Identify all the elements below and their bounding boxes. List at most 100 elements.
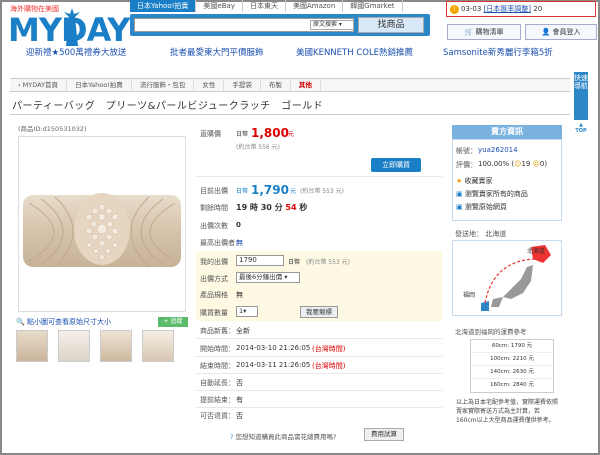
breadcrumb: › MYDAY首頁 日本Yahoo!拍賣 流行服飾・包包 女性 手提袋 布製 其… (10, 78, 570, 92)
bid-method-label: 出價方式 (200, 275, 228, 283)
thumbnail[interactable] (16, 330, 48, 362)
site-tabs: 日本Yahoo!拍賣 美國eBay 日本東天 美國Amazon 韓國Gmarke… (130, 0, 403, 12)
tab-gmarket[interactable]: 韓國Gmarket (343, 0, 403, 12)
shipping-row: 60cm: 1790 元 (471, 340, 553, 353)
spec-value: 無 (236, 291, 243, 299)
shipping-row: 160cm: 2840 元 (490, 382, 534, 388)
thumbnail[interactable] (142, 330, 174, 362)
thumbnail[interactable] (100, 330, 132, 362)
breadcrumb-label: MYDAY首頁 (22, 81, 59, 89)
back-to-top-button[interactable]: ▲ TOP (574, 122, 588, 134)
quantity-label: 購買數量 (200, 309, 228, 317)
shipping-row: 100cm: 2210 元 (471, 353, 553, 366)
seller-account-label: 帳號： (456, 147, 477, 155)
breadcrumb-item[interactable]: › MYDAY首頁 (10, 79, 68, 91)
promo-link[interactable]: 批者最愛東大門平價服飾 (170, 46, 264, 58)
seller-link[interactable]: ▣ 瀏覽原始網頁 (456, 202, 507, 212)
breadcrumb-item[interactable]: 流行服飾・包包 (132, 79, 195, 91)
product-id: (商品ID:d150531032) (18, 125, 87, 133)
seller-link-label: 瀏覽原始網頁 (464, 203, 507, 211)
promo-link[interactable]: 迎新禮★500萬禮券大放送 (26, 46, 126, 58)
seller-link[interactable]: ▣ 瀏覽賣家所有的商品 (456, 189, 528, 199)
promo-link[interactable]: 美國KENNETH COLE熱銷推薦 (296, 46, 413, 58)
tab-yahoo-japan[interactable]: 日本Yahoo!拍賣 (130, 0, 197, 12)
notice-date: 03-03 (461, 5, 482, 13)
search-button[interactable]: 找商品 (358, 17, 424, 33)
frown-icon: ☹ (532, 160, 540, 168)
buy-price-twd: (約台幣 556 元) (236, 144, 280, 151)
breadcrumb-item[interactable]: 女性 (194, 79, 225, 91)
my-bid-label: 我的出價 (200, 258, 228, 266)
magnifier-icon: 🔍 (16, 318, 25, 326)
my-bid-unit: 日幣 (288, 259, 301, 266)
currency-label: 日幣 (236, 188, 249, 195)
bid-button[interactable]: 我要競標 (300, 306, 338, 318)
location-value: 北海道 (485, 230, 507, 238)
add-favorite-button[interactable]: + 追蹤 (158, 317, 188, 327)
shipping-row: 140cm: 2630 元 (471, 366, 553, 379)
breadcrumb-item[interactable]: 手提袋 (224, 79, 261, 91)
buy-now-button[interactable]: 立即購買 (371, 158, 421, 172)
cart-icon: 🛒 (464, 28, 474, 36)
login-button[interactable]: 👤 會員登入 (525, 24, 597, 40)
current-price: 1,790 (251, 183, 289, 197)
location-label: 發送地： 北海道 (455, 229, 506, 239)
seconds-unit: 秒 (299, 203, 308, 212)
quantity-select[interactable]: 1▾ (236, 306, 258, 317)
quick-nav-tab[interactable]: 快速導航 (574, 72, 588, 120)
zoom-hint: 🔍 點小圖可查看原始尺寸大小 (16, 317, 111, 327)
breadcrumb-item[interactable]: 日本Yahoo!拍賣 (67, 79, 132, 91)
divider (196, 338, 442, 339)
thumbnail[interactable] (58, 330, 90, 362)
my-bid-input[interactable]: 1790 (236, 255, 284, 266)
breadcrumb-item[interactable]: 布製 (261, 79, 291, 91)
yuan-unit: 元 (288, 131, 295, 138)
product-image[interactable] (18, 136, 186, 312)
jpy-label: 日幣 (236, 129, 248, 138)
bid-method-value: 最後6分鐘出價 (239, 273, 283, 281)
seller-rating-label: 評價： (456, 161, 477, 169)
my-bid-twd: (約台幣 553 元) (306, 259, 350, 266)
detail-value: 2014-03-10 21:26:05 (236, 344, 311, 352)
seller-heading: 賣方資訊 (452, 125, 562, 139)
tab-ebay[interactable]: 美國eBay (196, 0, 243, 12)
divider (196, 176, 442, 177)
rating-count: 19 (521, 160, 531, 168)
divider (196, 373, 442, 374)
bid-count: 0 (236, 221, 241, 229)
detail-extra: (台灣時間) (312, 362, 346, 370)
promo-link[interactable]: Samsonite新秀麗行李箱5折 (443, 46, 553, 58)
buy-price-label: 直購價 (200, 130, 221, 138)
seller-link[interactable]: ★ 收藏賣家 (456, 176, 493, 186)
back-to-top-label: TOP (575, 128, 587, 134)
tab-amazon[interactable]: 美國Amazon (286, 0, 344, 12)
tab-rakuten[interactable]: 日本東天 (243, 0, 286, 12)
top-bidder[interactable]: 無 (236, 238, 243, 248)
current-price-label: 目前出價 (200, 187, 228, 195)
cost-calculator-button[interactable]: 費用試算 (364, 428, 404, 441)
map-dest-label: 福岡 (463, 291, 475, 299)
seller-rating-percent: 100.00% (478, 160, 510, 168)
warning-icon: ! (450, 5, 459, 14)
notice-link[interactable]: [日本匯率調整] (484, 5, 531, 13)
divider (196, 356, 442, 357)
shipping-title: 北海道到福岡的運費參考 (455, 328, 527, 336)
detail-label: 自動延長： (200, 379, 235, 387)
seller-link-label: 瀏覽賣家所有的商品 (464, 190, 528, 198)
time-left-label: 剩餘時間 (200, 204, 228, 212)
bid-method-select[interactable]: 最後6分鐘出價 ▾ (236, 272, 300, 283)
cost-question-text: 您想知道購買此商品需花總費用嗎? (235, 433, 337, 441)
cart-button-label: 購物清單 (475, 28, 504, 36)
seller-account[interactable]: yua262014 (478, 146, 518, 154)
detail-value: 否 (236, 412, 243, 420)
currency-label: 日幣 (236, 131, 249, 138)
star-icon: ★ (456, 177, 463, 185)
current-price-twd: (約台幣 553 元) (300, 188, 344, 195)
detail-value: 2014-03-11 21:26:05 (236, 361, 311, 369)
breadcrumb-item-current[interactable]: 其他 (291, 79, 321, 91)
zoom-hint-text: 點小圖可查看原始尺寸大小 (26, 318, 111, 326)
cart-button[interactable]: 🛒 購物清單 (447, 24, 521, 40)
buy-price: 1,800 (251, 126, 289, 140)
search-category-select[interactable]: 原文搜索 ▾ (310, 20, 354, 30)
search-category-value: 原文搜索 (313, 21, 338, 28)
